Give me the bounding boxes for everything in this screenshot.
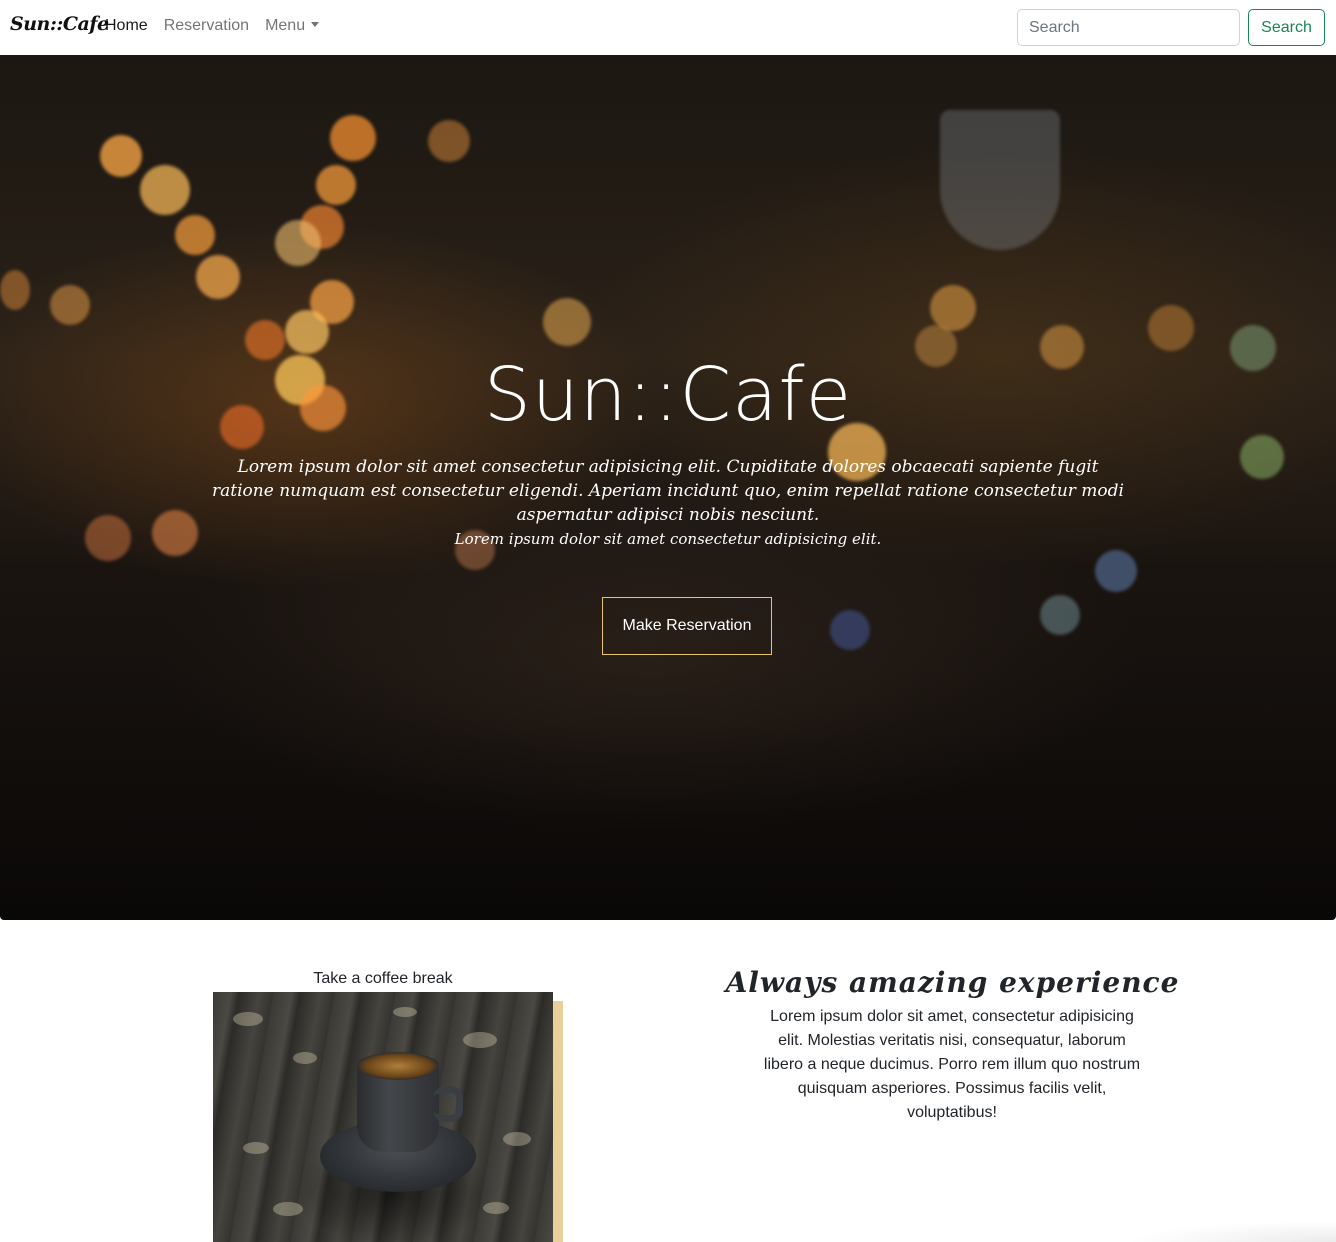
chevron-down-icon [311,22,320,27]
photo-accent [553,1001,563,1242]
nav-link-reservation[interactable]: Reservation [164,17,249,35]
nav-link-menu-label: Menu [265,17,306,34]
nav-link-home[interactable]: Home [105,17,148,35]
hero-banner: Sun::Cafe Lorem ipsum dolor sit amet con… [0,55,1336,920]
experience-title: Always amazing experience [725,966,1180,999]
hero-subtext: Lorem ipsum dolor sit amet consectetur a… [454,530,882,548]
coffee-cup-photo [213,992,553,1242]
brand-logo[interactable]: Sun::Cafe [10,13,109,35]
experience-description: Lorem ipsum dolor sit amet, consectetur … [763,1008,1141,1121]
make-reservation-button[interactable]: Make Reservation [602,597,772,655]
nav-link-menu-dropdown[interactable]: Menu [265,17,320,35]
search-input[interactable] [1017,9,1240,46]
hero-description: Lorem ipsum dolor sit amet consectetur a… [212,457,1124,525]
navbar: Sun::Cafe Home Reservation Menu Search [0,0,1336,55]
hero-title: Sun::Cafe [483,352,853,438]
coffee-caption: Take a coffee break [313,970,453,987]
nav-links: Home Reservation Menu [105,17,335,35]
card-shadow [860,1212,1336,1242]
search-button[interactable]: Search [1248,9,1325,46]
